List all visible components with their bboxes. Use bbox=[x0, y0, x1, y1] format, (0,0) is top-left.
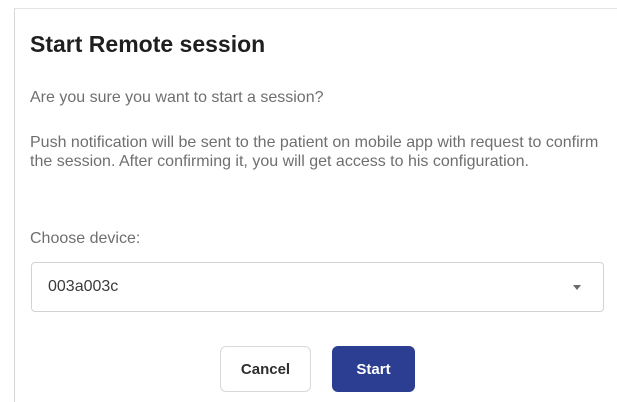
confirmation-question: Are you sure you want to start a session… bbox=[30, 89, 324, 106]
dialog-title: Start Remote session bbox=[30, 31, 266, 57]
info-text: Push notification will be sent to the pa… bbox=[30, 134, 599, 170]
choose-device-label: Choose device: bbox=[30, 230, 141, 247]
chevron-down-icon bbox=[573, 285, 581, 290]
start-remote-session-dialog: Start Remote session Are you sure you wa… bbox=[14, 8, 617, 402]
device-select-value: 003a003c bbox=[48, 278, 119, 295]
start-button[interactable]: Start bbox=[332, 346, 415, 392]
cancel-button[interactable]: Cancel bbox=[220, 346, 311, 392]
device-select[interactable]: 003a003c bbox=[31, 262, 604, 312]
